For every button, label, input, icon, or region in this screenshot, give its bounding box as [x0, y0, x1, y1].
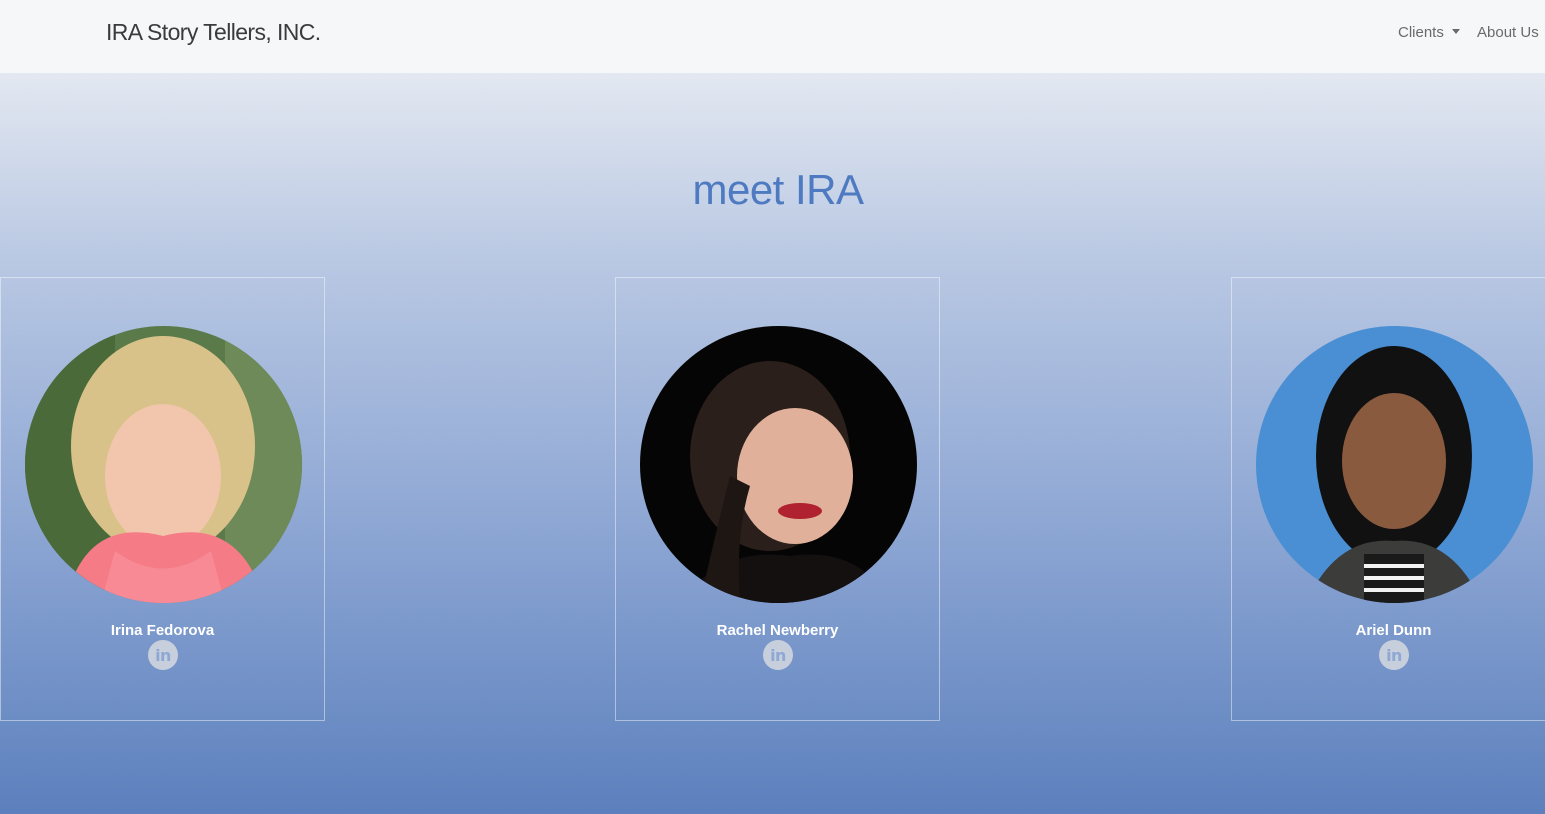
about-us-link[interactable]: About Us [1477, 24, 1539, 41]
profile-photo [1256, 326, 1533, 603]
brand-logo-link[interactable]: IRA Story Tellers, INC. [106, 19, 321, 46]
linkedin-icon[interactable]: in [763, 640, 793, 670]
profile-photo [25, 326, 302, 603]
linkedin-icon[interactable]: in [148, 640, 178, 670]
linkedin-icon-label: in [1386, 645, 1402, 665]
team-card: Irina Fedorova in [0, 277, 325, 721]
top-navbar: IRA Story Tellers, INC. Clients About Us [0, 0, 1545, 73]
profile-photo [640, 326, 917, 603]
page-title: meet IRA [692, 166, 864, 213]
team-card: Rachel Newberry in [615, 277, 940, 721]
team-member-name: Rachel Newberry [716, 622, 839, 639]
linkedin-icon[interactable]: in [1379, 640, 1409, 670]
linkedin-icon-label: in [155, 645, 171, 665]
team-member-name: Ariel Dunn [1355, 622, 1432, 639]
team-member-name: Irina Fedorova [110, 622, 215, 639]
linkedin-icon-label: in [770, 645, 786, 665]
caret-down-icon [1451, 29, 1460, 34]
team-card: Ariel Dunn in [1231, 277, 1545, 721]
clients-dropdown[interactable]: Clients [1398, 24, 1460, 41]
clients-label: Clients [1398, 24, 1444, 41]
